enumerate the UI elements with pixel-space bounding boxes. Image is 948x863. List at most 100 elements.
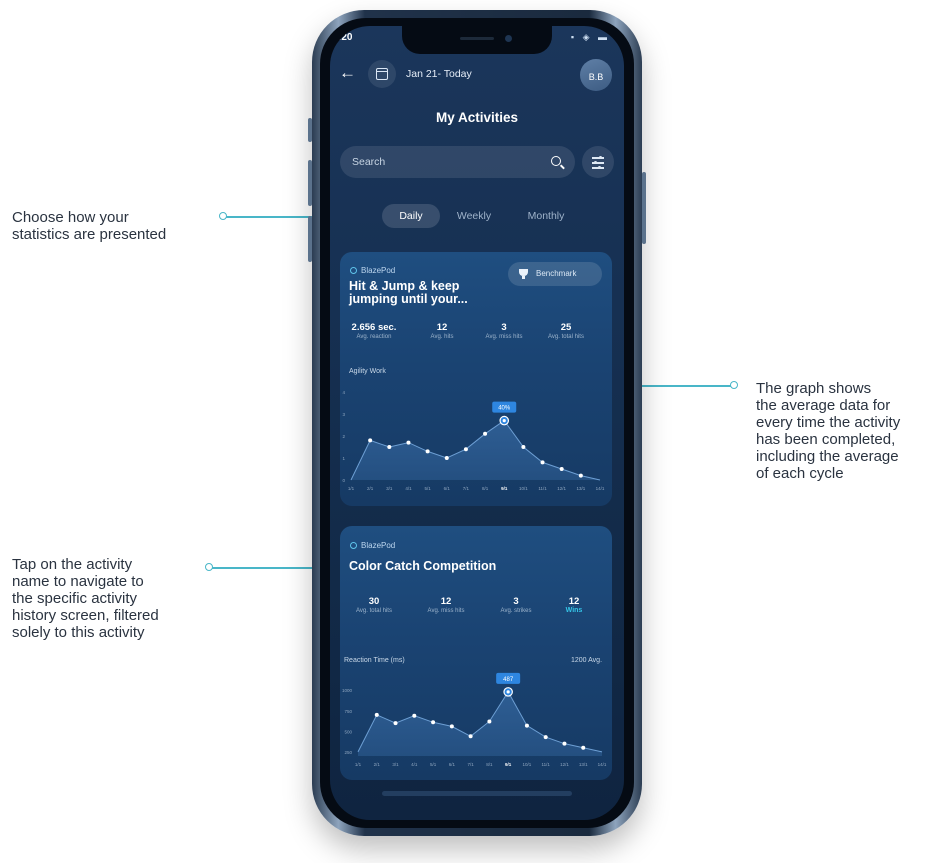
callout-line: the specific activity — [12, 590, 138, 607]
sliders-icon — [592, 156, 604, 169]
avatar[interactable]: B.B — [580, 59, 612, 91]
callout-presentation: Choose how your statistics are presented — [12, 209, 166, 243]
y-tick-label: 250 — [344, 750, 352, 755]
search-icon[interactable] — [551, 156, 561, 166]
data-point — [449, 724, 454, 729]
x-tick-label: 11/1 — [538, 486, 547, 491]
y-tick-label: 1 — [342, 456, 345, 461]
y-tick-label: 1000 — [342, 688, 353, 693]
highlight-label: 40% — [498, 406, 511, 412]
data-point — [483, 431, 488, 436]
tab-monthly[interactable]: Monthly — [514, 204, 578, 228]
x-tick-label: 3/1 — [392, 762, 399, 767]
x-tick-label: 7/1 — [463, 486, 470, 491]
speaker-icon — [460, 37, 494, 40]
x-tick-label: 13/1 — [579, 762, 588, 767]
callout-line: name to navigate to — [12, 573, 144, 590]
series-area — [351, 420, 600, 480]
search-bar[interactable] — [340, 146, 575, 178]
home-indicator — [382, 791, 572, 796]
y-tick-label: 4 — [342, 390, 345, 395]
x-tick-label: 1/1 — [355, 762, 362, 767]
y-tick-label: 750 — [344, 709, 352, 714]
x-tick-label: 10/1 — [523, 762, 532, 767]
camera-icon — [505, 35, 512, 42]
x-tick-label: 8/1 — [482, 486, 489, 491]
phone-side-button — [308, 118, 312, 142]
phone-volume-up — [308, 160, 312, 206]
search-input[interactable] — [352, 154, 532, 170]
status-icons: ▪ ◈ ▬ — [570, 32, 610, 42]
data-point — [540, 460, 545, 465]
x-tick-label: 12/1 — [560, 762, 569, 767]
x-tick-label: 13/1 — [576, 486, 585, 491]
x-tick-label: 8/1 — [486, 762, 493, 767]
data-point — [393, 721, 398, 726]
reaction-time-chart: 250 500 750 1000 487 1/1 2/1 3/1 4/1 5/1 6/1 7/1 8/1… — [342, 672, 607, 767]
data-point — [387, 445, 392, 449]
data-point — [412, 713, 417, 718]
back-arrow-icon[interactable]: ← — [339, 63, 356, 83]
x-tick-label: 7/1 — [467, 762, 474, 767]
y-tick-label: 0 — [342, 478, 345, 483]
callout-line: has been completed, — [756, 431, 896, 448]
page-title: My Activities — [435, 110, 519, 125]
date-range[interactable]: Jan 21- Today — [406, 68, 472, 80]
tab-weekly[interactable]: Weekly — [446, 204, 502, 228]
x-tick-label: 2/1 — [374, 762, 381, 767]
data-point — [431, 720, 436, 725]
data-point — [425, 449, 430, 454]
x-tick-label: 5/1 — [430, 762, 437, 767]
x-tick-label: 11/1 — [541, 762, 550, 767]
callout-graph: The graph shows the average data for eve… — [756, 380, 900, 482]
callout-line: every time the activity — [756, 414, 901, 431]
status-time: :20 — [338, 32, 353, 43]
callout-line: Choose how your — [12, 209, 129, 226]
highlight-label: 487 — [503, 677, 514, 683]
x-tick-label: 2/1 — [367, 486, 374, 491]
phone-notch — [402, 26, 552, 54]
x-tick-label: 9/1 — [501, 486, 508, 491]
x-tick-label: 4/1 — [405, 486, 412, 491]
data-point — [543, 735, 548, 740]
callout-activity-name: Tap on the activity name to navigate to … — [12, 556, 159, 641]
activity-card[interactable]: BlazePod Hit & Jump & keep jumping until… — [340, 252, 612, 506]
highlight-point-core — [506, 690, 510, 694]
x-tick-label: 1/1 — [348, 486, 355, 491]
callout-dot — [219, 212, 227, 220]
y-tick-label: 2 — [342, 434, 345, 439]
callout-line: The graph shows — [756, 380, 872, 397]
activity-card[interactable]: BlazePod Color Catch Competition 30 Avg.… — [340, 526, 612, 780]
y-tick-label: 3 — [342, 412, 345, 417]
data-point — [368, 438, 373, 443]
app-screen: :20 ▪ ◈ ▬ ← Jan 21- Today B.B My Activit… — [330, 26, 624, 820]
x-tick-label: 14/1 — [596, 486, 605, 491]
x-tick-label: 6/1 — [444, 486, 451, 491]
callout-dot — [205, 563, 213, 571]
callout-dot — [730, 381, 738, 389]
tab-daily[interactable]: Daily — [382, 204, 440, 228]
callout-line: the average data for — [756, 397, 891, 414]
data-point — [559, 467, 564, 471]
calendar-icon — [376, 68, 388, 80]
filter-button[interactable] — [582, 146, 614, 178]
x-tick-label: 3/1 — [386, 486, 393, 491]
x-tick-label: 5/1 — [424, 486, 431, 491]
x-tick-label: 4/1 — [411, 762, 418, 767]
phone-power-button — [642, 172, 646, 244]
y-tick-label: 500 — [344, 729, 352, 734]
data-point — [521, 445, 526, 449]
callout-line: statistics are presented — [12, 226, 167, 243]
calendar-button[interactable] — [368, 60, 396, 88]
data-point — [581, 745, 586, 750]
data-point — [524, 723, 529, 728]
callout-line: including the average — [756, 448, 899, 465]
data-point — [406, 440, 411, 445]
x-tick-label: 6/1 — [449, 762, 456, 767]
data-point — [578, 473, 583, 478]
callout-line: solely to this activity — [12, 624, 145, 641]
data-point — [487, 719, 492, 724]
x-tick-label: 10/1 — [519, 486, 528, 491]
phone-volume-down — [308, 216, 312, 262]
x-tick-label: 12/1 — [557, 486, 566, 491]
